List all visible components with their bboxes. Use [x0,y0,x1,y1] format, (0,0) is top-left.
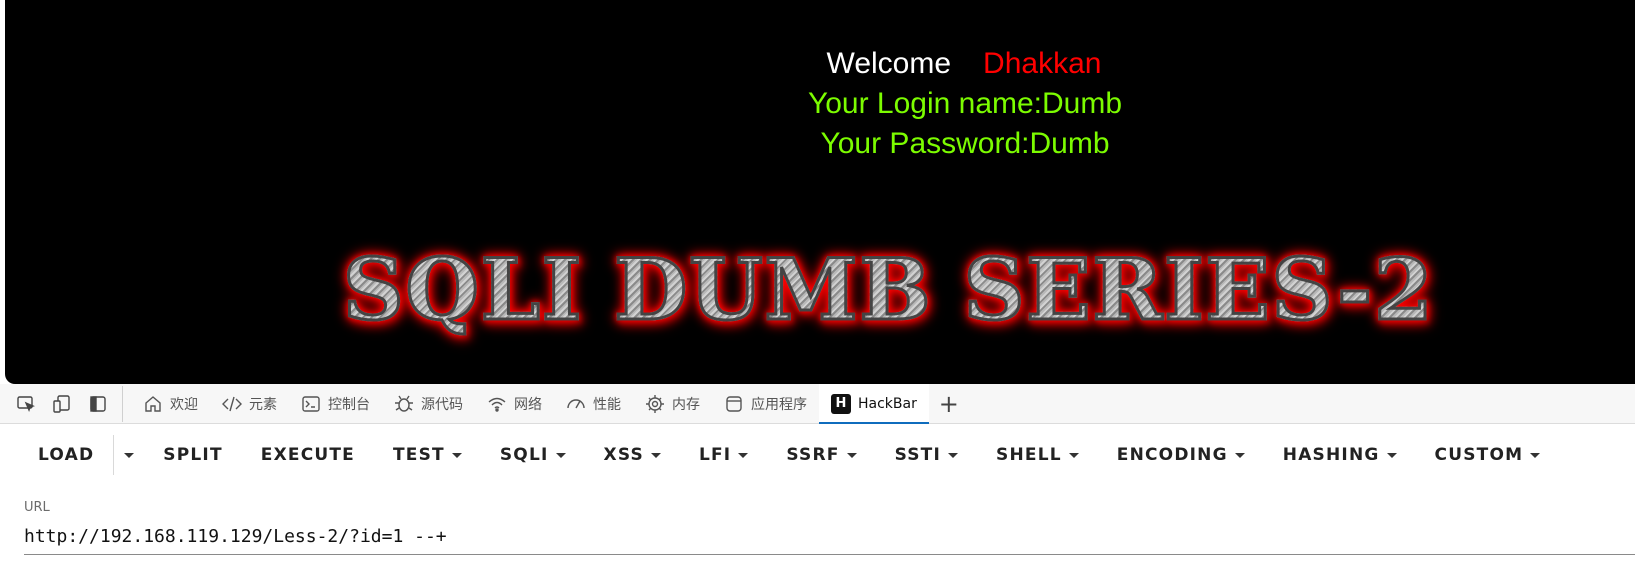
tab-console[interactable]: 控制台 [289,384,382,424]
tab-elements[interactable]: 元素 [210,384,289,424]
shell-menu-button[interactable]: SHELL [977,435,1098,475]
xss-menu-button[interactable]: XSS [585,435,680,475]
chevron-down-icon [650,452,661,458]
shell-label: SHELL [996,445,1062,465]
tab-label: 控制台 [328,396,370,413]
chevron-down-icon [1068,452,1079,458]
tab-hackbar[interactable]: H HackBar [819,383,929,425]
gauge-icon [567,398,585,408]
code-icon [222,396,242,411]
home-icon [145,395,161,412]
tab-label: HackBar [858,395,917,412]
hashing-label: HASHING [1282,445,1380,465]
tab-label: 应用程序 [751,396,807,413]
series-banner: SQLI DUMB SERIES-2 [342,239,1593,341]
welcome-label: Welcome [826,47,952,80]
tab-label: 性能 [593,396,621,413]
xss-label: XSS [603,445,644,465]
chevron-down-icon [555,452,566,458]
chevron-down-icon [738,452,749,458]
inspect-icon[interactable] [8,384,44,424]
split-button[interactable]: SPLIT [144,435,241,475]
load-label: LOAD [38,445,95,465]
tab-performance[interactable]: 性能 [554,384,633,424]
tab-label: 源代码 [421,396,463,413]
password-line: Your Password:Dumb [820,127,1110,160]
welcome-line: Welcome Dhakkan [5,44,1635,84]
encoding-label: ENCODING [1116,445,1228,465]
tab-label: 欢迎 [170,396,198,413]
ssrf-menu-button[interactable]: SSRF [767,435,875,475]
chevron-down-icon [1530,452,1541,458]
tab-welcome[interactable]: 欢迎 [131,384,210,424]
devtools-tab-strip: 欢迎 元素 控制台 源代码 网络 性能 内存 应用程序 H HackBar + [0,383,1635,425]
lfi-label: LFI [698,445,732,465]
lfi-menu-button[interactable]: LFI [680,435,767,475]
chevron-down-icon [948,452,959,458]
tab-sources[interactable]: 源代码 [382,384,475,424]
split-label: SPLIT [163,445,223,465]
url-field-group: URL http://192.168.119.129/Less-2/?id=1 … [24,500,1635,565]
bug-icon [395,395,413,412]
ssti-label: SSTI [894,445,942,465]
tab-network[interactable]: 网络 [475,384,554,424]
user-name: Dhakkan [983,47,1102,80]
welcome-block: Welcome Dhakkan Your Login name:Dumb Your… [5,44,1635,164]
tab-memory[interactable]: 内存 [633,384,712,424]
chip-icon [646,394,664,413]
test-menu-button[interactable]: TEST [374,435,481,475]
sqli-menu-button[interactable]: SQLI [481,435,585,475]
device-emulation-icon[interactable] [44,384,80,424]
login-name-line: Your Login name:Dumb [807,87,1123,120]
load-options-button[interactable] [114,435,144,475]
execute-label: EXECUTE [260,445,355,465]
chevron-down-icon [1234,452,1245,458]
url-input[interactable]: http://192.168.119.129/Less-2/?id=1 --+ [24,525,1635,555]
hackbar-toolbar: LOAD SPLIT EXECUTE TEST SQLI XSS LFI SSR… [0,424,1635,486]
hashing-menu-button[interactable]: HASHING [1264,435,1416,475]
dock-sidebar-icon[interactable] [80,384,116,424]
wifi-icon [488,397,506,412]
ssrf-label: SSRF [786,445,840,465]
tab-label: 网络 [514,396,542,413]
chevron-down-icon [1386,452,1397,458]
tab-label: 元素 [249,396,277,413]
url-label: URL [24,500,50,515]
tab-application[interactable]: 应用程序 [712,384,819,424]
execute-button[interactable]: EXECUTE [242,435,374,475]
toolbar-separator [122,385,123,422]
test-label: TEST [393,445,445,465]
custom-menu-button[interactable]: CUSTOM [1416,435,1560,475]
app-window-icon [726,395,742,412]
encoding-menu-button[interactable]: ENCODING [1098,435,1264,475]
page-viewport: Welcome Dhakkan Your Login name:Dumb Your… [5,0,1635,384]
chevron-down-icon [124,452,135,458]
console-icon [302,395,320,412]
custom-label: CUSTOM [1434,445,1524,465]
sqli-label: SQLI [499,445,549,465]
hackbar-logo-icon: H [831,393,851,414]
load-button[interactable]: LOAD [19,435,113,475]
chevron-down-icon [451,452,462,458]
chevron-down-icon [846,452,857,458]
tab-label: 内存 [672,396,700,413]
ssti-menu-button[interactable]: SSTI [876,435,977,475]
add-tab-button[interactable]: + [929,384,969,424]
